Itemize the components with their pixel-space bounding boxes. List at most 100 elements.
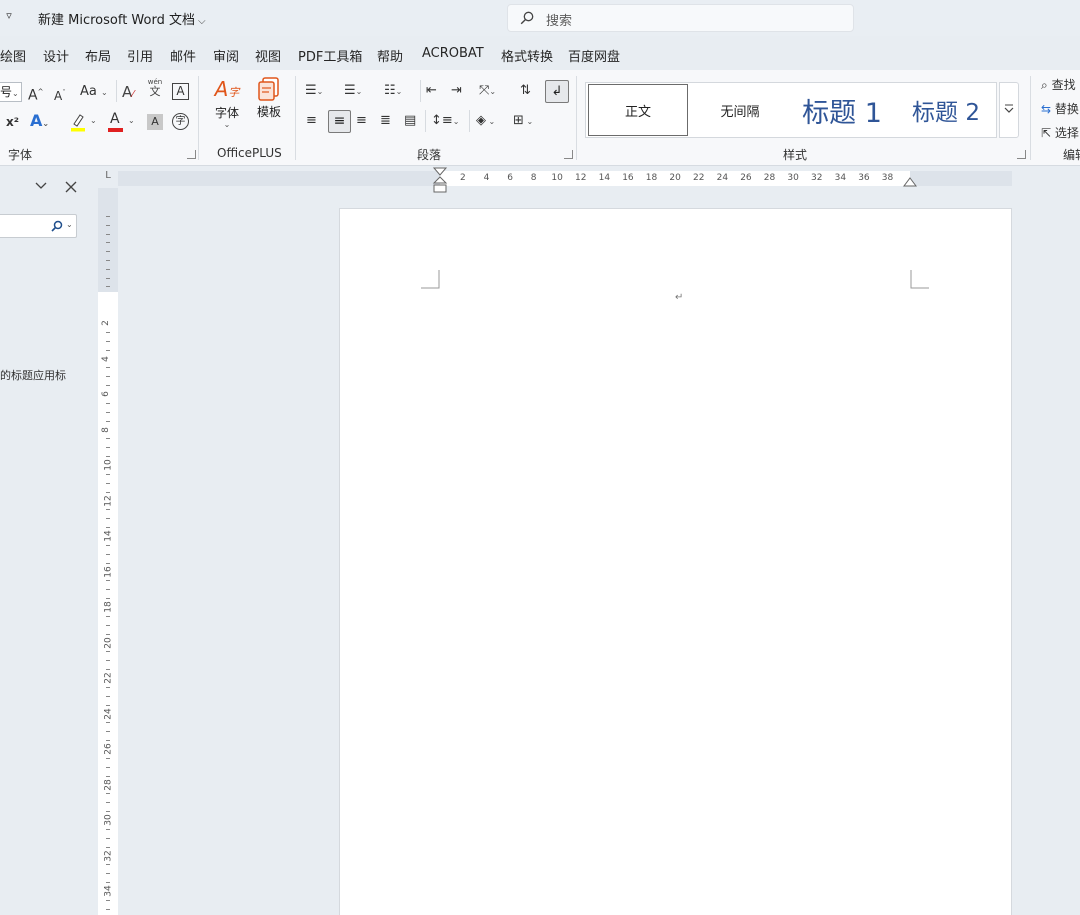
tab-review[interactable]: 审阅: [213, 46, 239, 65]
tab-references[interactable]: 引用: [127, 46, 153, 65]
tab-help[interactable]: 帮助: [377, 46, 403, 65]
find-button[interactable]: ⌕ 查找: [1041, 76, 1076, 94]
enclose-character-button[interactable]: 字: [172, 113, 189, 130]
styles-dialog-launcher-icon[interactable]: [1017, 150, 1026, 159]
phonetic-guide-button[interactable]: wén 文: [146, 78, 164, 98]
tab-selector[interactable]: L: [98, 170, 118, 188]
shading-button[interactable]: ◈ ⌄: [476, 112, 495, 131]
officeplus-template-button[interactable]: 模板: [252, 76, 286, 136]
group-separator: [198, 76, 199, 160]
officeplus-group-label: OfficePLUS: [217, 146, 282, 160]
tab-baidu-netdisk[interactable]: 百度网盘: [568, 46, 620, 65]
ruler-tick: [106, 837, 110, 839]
group-separator: [1030, 76, 1031, 160]
font-size-box[interactable]: 号⌄: [0, 82, 22, 102]
font-dialog-launcher-icon[interactable]: [187, 150, 196, 159]
style-normal[interactable]: 正文: [588, 84, 688, 136]
grow-font-button[interactable]: A^: [28, 83, 43, 105]
styles-more-button[interactable]: [999, 82, 1019, 138]
character-shading-button[interactable]: A: [147, 114, 163, 130]
paragraph-mark: ↵: [675, 292, 684, 303]
chevron-down-icon: ⌄: [316, 87, 324, 96]
chevron-down-icon: ⌄: [452, 117, 460, 126]
numbering-button[interactable]: ☰⌄: [344, 82, 362, 101]
sort-button[interactable]: ⇅: [520, 82, 531, 100]
ruler-tick: [106, 704, 110, 706]
tab-design[interactable]: 设计: [43, 46, 69, 65]
document-title[interactable]: 新建 Microsoft Word 文档 ⌵: [38, 9, 206, 28]
font-color-button[interactable]: A ⌄: [108, 111, 138, 134]
style-no-spacing[interactable]: 无间隔: [690, 83, 790, 137]
search-box[interactable]: 搜索: [507, 4, 854, 32]
chevron-down-icon[interactable]: ⌄: [66, 220, 73, 229]
align-right-button[interactable]: ≡: [356, 112, 367, 130]
distributed-button[interactable]: ▤: [404, 112, 416, 130]
horizontal-ruler[interactable]: 2 4 6 8 10 12 14 16 18 20 22 24 26 28 30 32 34 36 38: [440, 171, 910, 186]
numbered-list-icon: ☰: [344, 83, 356, 98]
chevron-down-icon: ⌄: [12, 89, 19, 98]
tab-layout[interactable]: 布局: [85, 46, 111, 65]
right-indent-marker-icon[interactable]: [902, 176, 918, 188]
clear-formatting-button[interactable]: A⁄: [122, 83, 134, 104]
font-group-label: 字体: [8, 148, 33, 162]
text-effects-button[interactable]: A⌄: [30, 112, 49, 133]
ruler-tick: [106, 589, 110, 591]
tab-pdf-toolbox[interactable]: PDF工具箱: [298, 46, 362, 65]
navigation-search-input[interactable]: ⌄: [0, 214, 77, 238]
ruler-tick: [106, 402, 110, 404]
change-case-button[interactable]: Aa ⌄: [80, 83, 108, 102]
justify-button[interactable]: ≣: [380, 112, 391, 130]
vertical-ruler[interactable]: 2 4 6 8 10 12 14 16 18 20 22 24 26 28 30 32 34: [98, 292, 118, 915]
ruler-tick: [106, 624, 110, 626]
style-heading-2[interactable]: 标题 2: [896, 83, 996, 137]
ruler-tick: [106, 340, 110, 342]
decrease-indent-button[interactable]: ⇤: [426, 82, 437, 100]
shrink-font-button[interactable]: Aˇ: [54, 84, 66, 105]
ruler-tick: [106, 899, 110, 901]
highlight-color-button[interactable]: ⌄: [70, 112, 100, 134]
multilevel-list-button[interactable]: ☷⌄: [384, 82, 402, 101]
style-heading-1[interactable]: 标题 1: [790, 83, 894, 137]
superscript-button[interactable]: x²: [6, 113, 19, 131]
tab-mailings[interactable]: 邮件: [170, 46, 196, 65]
highlighter-icon: [71, 114, 85, 132]
officeplus-font-button[interactable]: A字 字体 ⌄: [210, 76, 244, 136]
font-style-icon: A字: [214, 77, 240, 101]
tab-format-convert[interactable]: 格式转换: [501, 46, 553, 65]
tab-acrobat[interactable]: ACROBAT: [422, 46, 484, 61]
ruler-tick: [106, 331, 110, 333]
increase-indent-button[interactable]: ⇥: [451, 82, 462, 100]
quick-access-more-button[interactable]: ▿: [2, 9, 16, 25]
line-spacing-icon: ↕≡: [431, 113, 453, 128]
ruler-tick: [106, 633, 110, 635]
document-page[interactable]: [339, 208, 1012, 915]
decrease-indent-icon: ⇤: [426, 83, 437, 98]
close-icon[interactable]: [65, 181, 77, 193]
ruler-tick: [106, 544, 110, 546]
indent-marker-icon[interactable]: [432, 166, 448, 194]
borders-button[interactable]: ⊞ ⌄: [513, 112, 533, 131]
center-button[interactable]: ≡: [328, 110, 351, 133]
select-button[interactable]: ⇱ 选择: [1041, 124, 1079, 142]
ruler-tick: [106, 447, 110, 449]
chevron-down-icon[interactable]: [34, 181, 48, 191]
styles-gallery: 正文 无间隔 标题 1 标题 2: [585, 82, 997, 138]
divider: [469, 110, 470, 132]
tab-draw[interactable]: 绘图: [0, 46, 26, 65]
ruler-tick: [106, 349, 110, 351]
tab-view[interactable]: 视图: [255, 46, 281, 65]
officeplus-template-label: 模板: [256, 105, 281, 119]
align-left-button[interactable]: ≡: [306, 112, 317, 130]
ruler-number: 14: [103, 530, 114, 542]
character-border-button[interactable]: A: [172, 83, 189, 100]
find-label: 查找: [1051, 78, 1076, 92]
show-formatting-marks-button[interactable]: ↲: [545, 80, 569, 103]
bullets-button[interactable]: ☰⌄: [305, 82, 323, 101]
line-spacing-button[interactable]: ↕≡⌄: [431, 112, 460, 131]
paragraph-dialog-launcher-icon[interactable]: [564, 150, 573, 159]
ruler-tick: [106, 722, 110, 724]
replace-button[interactable]: ⇆ 替换: [1041, 100, 1079, 118]
chevron-down-icon: ⌄: [223, 120, 231, 129]
navigation-pane: [0, 167, 94, 915]
chinese-layout-button[interactable]: ⤧⌄: [479, 82, 496, 101]
